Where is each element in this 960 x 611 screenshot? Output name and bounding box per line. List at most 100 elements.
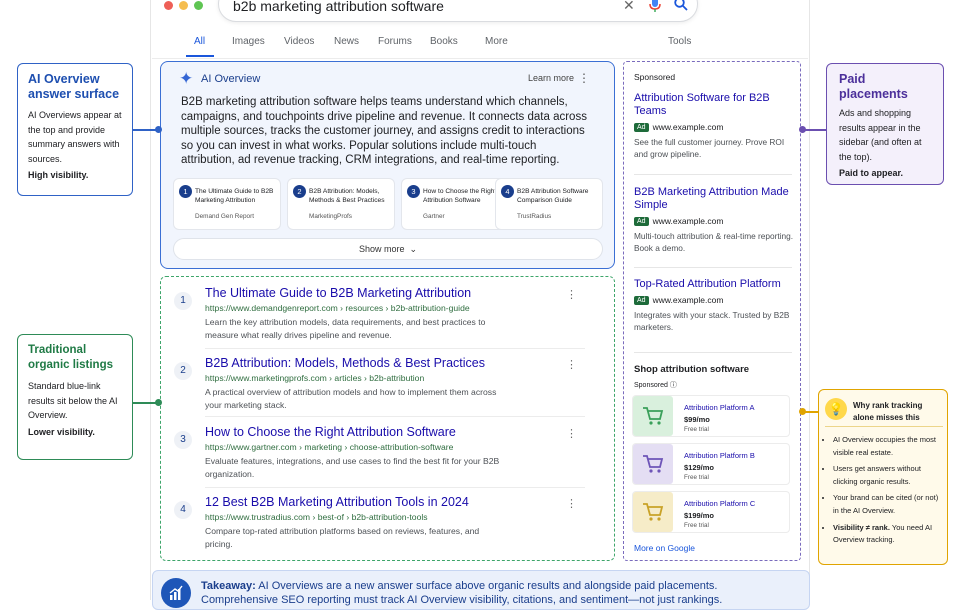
source-card[interactable]: 1 The Ultimate Guide to B2B Marketing At… <box>173 178 281 230</box>
tabs-divider <box>152 58 808 59</box>
callout-body: Standard blue-link results sit below the… <box>28 381 118 421</box>
ad-description: Integrates with your stack. Trusted by B… <box>634 310 790 332</box>
maximize-dot[interactable] <box>194 1 203 10</box>
search-input[interactable]: b2b marketing attribution software <box>233 0 444 14</box>
result-url[interactable]: https://www.marketingprofs.com › article… <box>205 373 424 383</box>
learn-more-link[interactable]: Learn more <box>528 73 574 83</box>
search-bar[interactable]: b2b marketing attribution software ✕ <box>218 0 698 22</box>
product-trial: Free trial <box>684 522 709 529</box>
more-options-icon[interactable]: ⋮ <box>566 497 577 510</box>
ad-divider <box>634 174 792 175</box>
result-url[interactable]: https://www.trustradius.com › best-of › … <box>205 512 428 522</box>
product-trial: Free trial <box>684 474 709 481</box>
ad-domain[interactable]: www.example.com <box>653 295 724 305</box>
ad-description: Multi-touch attribution & real-time repo… <box>634 231 794 253</box>
ad-domain[interactable]: www.example.com <box>653 122 724 132</box>
ad-badge: Ad <box>634 216 649 226</box>
result-rank: 2 <box>174 362 192 380</box>
tab-more[interactable]: More <box>485 36 508 47</box>
product-card[interactable]: Attribution Platform C $199/mo Free tria… <box>632 491 790 533</box>
product-price: $129/mo <box>684 463 715 472</box>
source-card[interactable]: 3 How to Choose the Right Attribution So… <box>401 178 509 230</box>
more-options-icon[interactable]: ⋮ <box>566 427 577 440</box>
clear-icon[interactable]: ✕ <box>623 0 635 14</box>
result-rank: 1 <box>174 292 192 310</box>
ai-overview-title: AI Overview <box>201 73 261 85</box>
source-number: 2 <box>293 185 306 198</box>
product-name: Attribution Platform C <box>684 499 756 508</box>
callout-organic: Traditional organic listings Standard bl… <box>17 334 133 460</box>
source-publisher: MarketingProfs <box>309 213 352 220</box>
connector-dot <box>799 408 806 415</box>
ad-domain[interactable]: www.example.com <box>653 216 724 226</box>
tab-books[interactable]: Books <box>430 36 458 47</box>
result-title-link[interactable]: B2B Attribution: Models, Methods & Best … <box>205 356 485 370</box>
more-options-icon[interactable]: ⋮ <box>566 358 577 371</box>
connector-dot <box>799 126 806 133</box>
callout-strong: High visibility. <box>28 170 89 181</box>
source-publisher: Demand Gen Report <box>195 213 254 220</box>
result-divider <box>205 416 585 417</box>
cart-icon <box>633 444 673 484</box>
callout-body: Ads and shopping results appear in the s… <box>839 108 922 162</box>
ad-description: See the full customer journey. Prove ROI… <box>634 137 785 159</box>
callout-bullet: AI Overview occupies the most visible re… <box>833 434 945 459</box>
callout-bullet: Visibility ≠ rank. You need AI Overview … <box>833 522 945 547</box>
minimize-dot[interactable] <box>179 1 188 10</box>
takeaway-label: Takeaway: <box>201 580 256 592</box>
close-dot[interactable] <box>164 1 173 10</box>
result-url[interactable]: https://www.gartner.com › marketing › ch… <box>205 442 453 452</box>
ad-title-link[interactable]: B2B Marketing Attribution Made Simple <box>634 186 794 212</box>
takeaway-text: Takeaway: AI Overviews are a new answer … <box>201 580 723 606</box>
source-card[interactable]: 4 B2B Attribution Software Comparison Gu… <box>495 178 603 230</box>
tab-forums[interactable]: Forums <box>378 36 412 47</box>
more-options-icon[interactable]: ⋮ <box>578 71 590 85</box>
callout-divider <box>825 426 943 427</box>
tab-images[interactable]: Images <box>232 36 265 47</box>
callout-strong: Paid to appear. <box>839 168 904 179</box>
callout-body: AI Overviews appear at the top and provi… <box>28 110 122 164</box>
more-on-google-link[interactable]: More on Google <box>634 543 695 553</box>
product-price: $99/mo <box>684 415 710 424</box>
active-tab-indicator <box>186 55 214 57</box>
source-title: B2B Attribution: Models, Methods & Best … <box>309 188 385 204</box>
ad-title-link[interactable]: Attribution Software for B2B Teams <box>634 92 794 118</box>
result-url[interactable]: https://www.demandgenreport.com › resour… <box>205 303 470 313</box>
ad-badge: Ad <box>634 122 649 132</box>
show-more-label: Show more <box>358 244 405 254</box>
callout-ai-overview: AI Overview answer surface AI Overviews … <box>17 63 133 196</box>
result-snippet: Evaluate features, integrations, and use… <box>205 456 500 479</box>
product-name: Attribution Platform A <box>684 403 755 412</box>
ad-divider <box>634 267 792 268</box>
tab-news[interactable]: News <box>334 36 359 47</box>
source-title: The Ultimate Guide to B2B Marketing Attr… <box>195 188 274 204</box>
source-card[interactable]: 2 B2B Attribution: Models, Methods & Bes… <box>287 178 395 230</box>
ad-title-link[interactable]: Top-Rated Attribution Platform <box>634 278 794 291</box>
tab-all[interactable]: All <box>194 36 205 47</box>
result-title-link[interactable]: How to Choose the Right Attribution Soft… <box>205 425 456 439</box>
source-number: 4 <box>501 185 514 198</box>
ad-result: Top-Rated Attribution Platform Ad www.exa… <box>634 278 794 333</box>
callout-bullet: Your brand can be cited (or not) in the … <box>833 492 945 517</box>
chevron-down-icon: ⌄ <box>407 244 418 254</box>
show-more-button[interactable]: Show more ⌄ <box>173 238 603 260</box>
result-title-link[interactable]: The Ultimate Guide to B2B Marketing Attr… <box>205 286 471 300</box>
product-card[interactable]: Attribution Platform B $129/mo Free tria… <box>632 443 790 485</box>
mic-icon[interactable] <box>649 0 661 16</box>
ai-overview-text: B2B marketing attribution software helps… <box>181 96 587 167</box>
tab-videos[interactable]: Videos <box>284 36 314 47</box>
source-publisher: TrustRadius <box>517 213 552 220</box>
organic-results: 1 The Ultimate Guide to B2B Marketing At… <box>160 276 615 561</box>
result-title-link[interactable]: 12 Best B2B Marketing Attribution Tools … <box>205 495 469 509</box>
lightbulb-icon: 💡 <box>825 398 847 420</box>
source-publisher: Gartner <box>423 213 445 220</box>
result-snippet: Learn the key attribution models, data r… <box>205 317 486 340</box>
product-card[interactable]: Attribution Platform A $99/mo Free trial <box>632 395 790 437</box>
more-options-icon[interactable]: ⋮ <box>566 288 577 301</box>
chart-growth-icon <box>161 578 191 608</box>
takeaway-banner: Takeaway: AI Overviews are a new answer … <box>152 570 810 610</box>
result-snippet: Compare top-rated attribution platforms … <box>205 526 480 549</box>
tab-tools[interactable]: Tools <box>668 36 691 47</box>
search-icon[interactable] <box>674 0 688 14</box>
result-divider <box>205 487 585 488</box>
